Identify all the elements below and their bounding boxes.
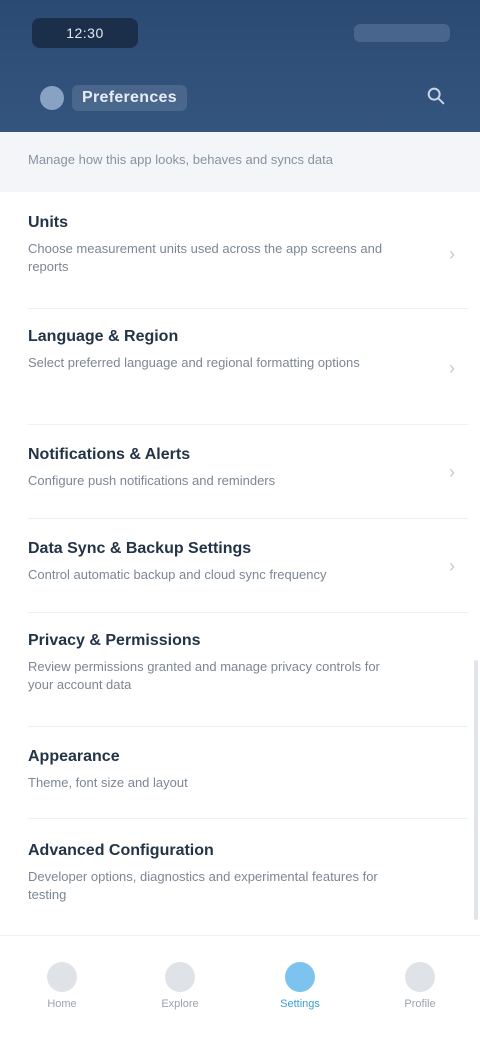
status-time: 12:30: [32, 18, 138, 48]
chevron-right-icon: ›: [449, 358, 455, 378]
user-icon: [405, 962, 435, 992]
list-item-description: Developer options, diagnostics and exper…: [28, 869, 378, 902]
list-item-units[interactable]: Units Choose measurement units used acro…: [0, 214, 468, 276]
divider: [28, 612, 468, 613]
list-item-description: Configure push notifications and reminde…: [28, 473, 276, 488]
gear-icon: [285, 962, 315, 992]
header-title-group: Preferences: [40, 84, 187, 112]
chevron-right-icon: ›: [449, 462, 455, 482]
list-item-notifications[interactable]: Notifications & Alerts Configure push no…: [0, 446, 468, 490]
nav-label: Settings: [280, 998, 320, 1010]
list-item-description: Theme, font size and layout: [28, 775, 188, 790]
search-button[interactable]: [420, 80, 452, 112]
divider: [28, 424, 468, 425]
list-item-title: Data Sync & Backup Settings: [28, 540, 252, 557]
nav-item-profile[interactable]: Profile: [380, 962, 460, 1022]
list-item-title: Appearance: [28, 748, 120, 765]
list-item-language[interactable]: Language & Region Select preferred langu…: [0, 328, 468, 372]
settings-list: Units Choose measurement units used acro…: [0, 196, 480, 936]
nav-label: Explore: [161, 998, 199, 1010]
list-item-title: Advanced Configuration: [28, 842, 214, 859]
bottom-navigation: Home Explore Settings Profile: [0, 935, 480, 1040]
list-item-title: Notifications & Alerts: [28, 446, 191, 463]
list-item-description: Choose measurement units used across the…: [28, 241, 383, 274]
list-item-description: Control automatic backup and cloud sync …: [28, 567, 327, 582]
compass-icon: [165, 962, 195, 992]
search-icon: [427, 87, 445, 105]
app-header: 12:30 Preferences: [0, 0, 480, 132]
list-item-appearance[interactable]: Appearance Theme, font size and layout: [0, 748, 468, 792]
subheader: Manage how this app looks, behaves and s…: [0, 132, 480, 192]
status-icons: [354, 24, 450, 42]
list-item-title: Language & Region: [28, 328, 179, 345]
scrollbar[interactable]: [474, 660, 478, 920]
nav-label: Home: [47, 998, 77, 1010]
divider: [28, 726, 468, 727]
divider: [28, 308, 468, 309]
nav-label: Profile: [404, 998, 436, 1010]
app-logo-icon: [40, 86, 64, 110]
list-item-description: Select preferred language and regional f…: [28, 355, 360, 370]
list-item-privacy[interactable]: Privacy & Permissions Review permissions…: [0, 632, 468, 694]
list-item-advanced[interactable]: Advanced Configuration Developer options…: [0, 842, 468, 904]
list-item-title: Units: [28, 214, 68, 231]
nav-item-explore[interactable]: Explore: [140, 962, 220, 1022]
nav-item-settings[interactable]: Settings: [260, 962, 340, 1022]
divider: [28, 518, 468, 519]
list-item-sync[interactable]: Data Sync & Backup Settings Control auto…: [0, 540, 468, 584]
subheader-text: Manage how this app looks, behaves and s…: [28, 152, 333, 167]
list-item-description: Review permissions granted and manage pr…: [28, 659, 380, 692]
home-icon: [47, 962, 77, 992]
chevron-right-icon: ›: [449, 556, 455, 576]
page-title: Preferences: [72, 85, 187, 111]
divider: [28, 818, 468, 819]
nav-item-home[interactable]: Home: [22, 962, 102, 1022]
list-item-title: Privacy & Permissions: [28, 632, 201, 649]
chevron-right-icon: ›: [449, 244, 455, 264]
